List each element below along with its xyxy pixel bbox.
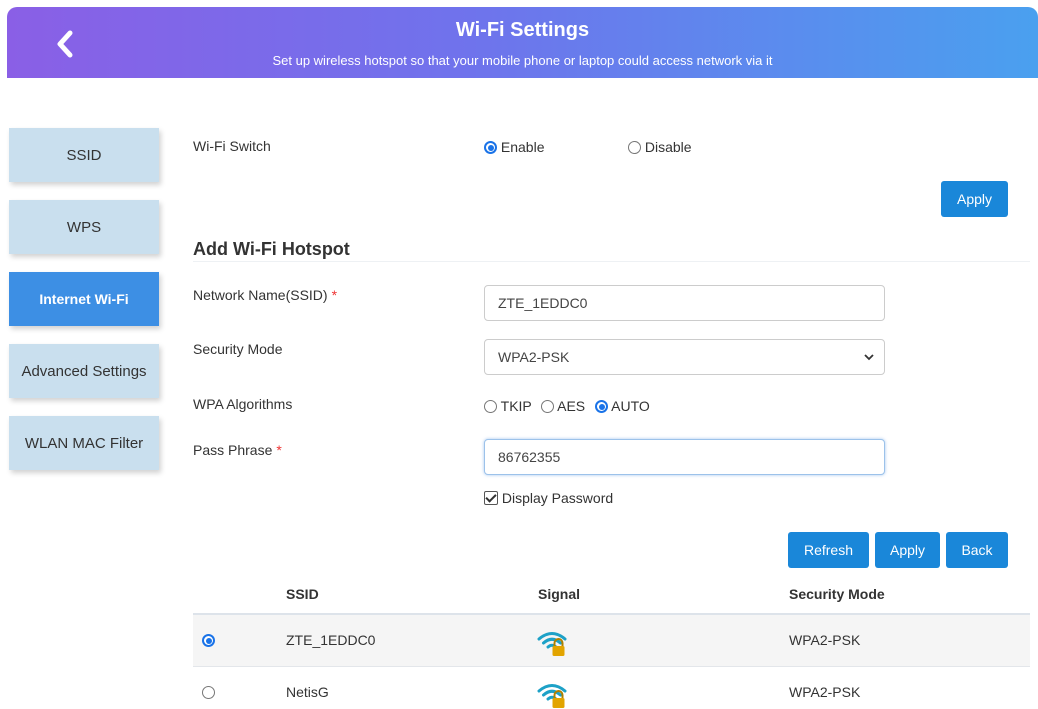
radio-selected-icon[interactable] <box>484 141 497 154</box>
column-header-security-mode: Security Mode <box>789 586 885 602</box>
display-password-label: Display Password <box>501 490 614 506</box>
wpa-algorithms-label: WPA Algorithms <box>193 396 293 412</box>
row-select-radio[interactable] <box>202 686 215 699</box>
section-title: Add Wi-Fi Hotspot <box>193 239 350 259</box>
pass-phrase-label: Pass Phrase * <box>193 442 282 458</box>
row-select-radio[interactable] <box>202 634 215 647</box>
column-header-ssid: SSID <box>286 586 319 602</box>
row-security-mode: WPA2-PSK <box>789 632 861 648</box>
chevron-down-icon <box>864 354 874 361</box>
sidebar-item-wps[interactable]: WPS <box>9 200 159 254</box>
back-button[interactable]: Back <box>946 532 1008 568</box>
page-subtitle: Set up wireless hotspot so that your mob… <box>272 53 773 68</box>
sidebar-item-label: Internet Wi-Fi <box>39 291 129 307</box>
sidebar-item-wlan-mac-filter[interactable]: WLAN MAC Filter <box>9 416 159 470</box>
sidebar-item-label: SSID <box>66 146 102 164</box>
page-header: Wi-Fi Settings Set up wireless hotspot s… <box>7 7 1038 78</box>
auto-radio[interactable]: AUTO <box>595 398 650 414</box>
sidebar-item-advanced-settings[interactable]: Advanced Settings <box>9 344 159 398</box>
display-password-checkbox[interactable]: Display Password <box>484 490 613 506</box>
pass-phrase-label-text: Pass Phrase <box>193 442 273 458</box>
wifi-switch-apply-button[interactable]: Apply <box>941 181 1008 217</box>
auto-radio-label: AUTO <box>611 398 650 414</box>
table-row[interactable]: NetisG WPA2-PSK <box>193 667 1030 709</box>
radio-unselected-icon[interactable] <box>484 400 497 413</box>
sidebar-item-label: Advanced Settings <box>21 362 147 380</box>
radio-unselected-icon[interactable] <box>628 141 641 154</box>
radio-selected-icon[interactable] <box>595 400 608 413</box>
security-mode-select[interactable]: WPA2-PSK <box>484 339 885 375</box>
ssid-label-text: Network Name(SSID) <box>193 287 328 303</box>
enable-radio-label: Enable <box>500 139 545 155</box>
ssid-input[interactable]: ZTE_1EDDC0 <box>484 285 885 321</box>
tkip-radio-label: TKIP <box>500 398 532 414</box>
required-mark: * <box>276 442 282 458</box>
row-security-mode: WPA2-PSK <box>789 684 861 700</box>
sidebar-item-label: WLAN MAC Filter <box>24 434 144 452</box>
wifi-switch-label: Wi-Fi Switch <box>193 138 271 154</box>
wifi-lock-icon <box>537 632 567 656</box>
refresh-button[interactable]: Refresh <box>788 532 869 568</box>
pass-phrase-input[interactable]: 86762355 <box>484 439 885 475</box>
sidebar-item-ssid[interactable]: SSID <box>9 128 159 182</box>
apply-button[interactable]: Apply <box>875 532 940 568</box>
required-mark: * <box>331 287 338 303</box>
disable-radio-label: Disable <box>644 139 692 155</box>
column-header-signal: Signal <box>538 586 581 602</box>
sidebar-item-label: WPS <box>66 218 102 236</box>
security-mode-label: Security Mode <box>193 341 283 357</box>
wifi-lock-icon <box>537 684 567 708</box>
enable-radio[interactable]: Enable <box>484 139 544 155</box>
row-ssid: NetisG <box>286 684 329 700</box>
pass-phrase-value: 86762355 <box>498 449 561 465</box>
security-mode-value: WPA2-PSK <box>498 349 570 365</box>
row-ssid: ZTE_1EDDC0 <box>286 632 376 648</box>
tkip-radio[interactable]: TKIP <box>484 398 532 414</box>
ssid-input-value: ZTE_1EDDC0 <box>498 295 588 311</box>
disable-radio[interactable]: Disable <box>628 139 692 155</box>
radio-unselected-icon[interactable] <box>541 400 554 413</box>
aes-radio[interactable]: AES <box>541 398 585 414</box>
page-title: Wi-Fi Settings <box>455 19 590 41</box>
sidebar-item-internet-wifi[interactable]: Internet Wi-Fi <box>9 272 159 326</box>
aes-radio-label: AES <box>557 398 586 414</box>
section-divider <box>193 261 1030 262</box>
checkbox-checked-icon[interactable] <box>484 491 498 505</box>
ssid-label: Network Name(SSID) * <box>193 287 337 303</box>
table-row[interactable]: ZTE_1EDDC0 WPA2-PSK <box>193 615 1030 667</box>
